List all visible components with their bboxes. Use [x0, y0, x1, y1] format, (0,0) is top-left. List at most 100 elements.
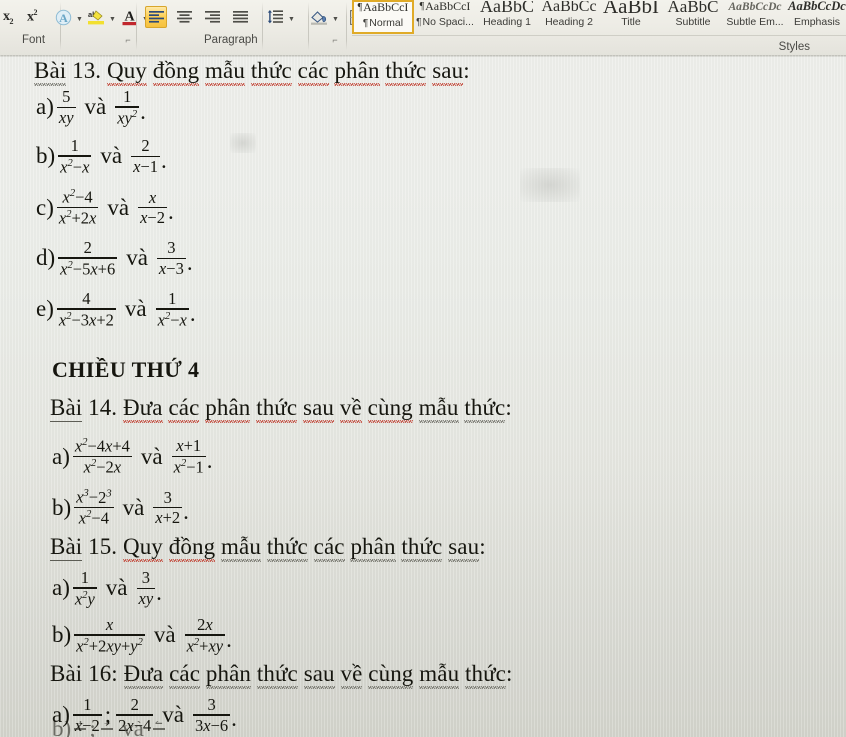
- style-preview: ¶ AaBbCcI: [419, 0, 471, 13]
- document-page[interactable]: Bài 13. Quy đồng mẫu thức các phân thức …: [0, 55, 846, 737]
- fraction: 3 x−3: [156, 238, 186, 279]
- pilcrow-icon: ¶: [362, 18, 369, 29]
- connector: và: [126, 245, 148, 271]
- style-title[interactable]: AaBbI Title: [600, 0, 662, 34]
- item-label: a): [52, 575, 70, 601]
- align-left-icon: [148, 10, 164, 24]
- divider: [352, 35, 846, 36]
- style-no-spacing[interactable]: ¶ AaBbCcI ¶No Spaci...: [414, 0, 476, 34]
- exercise-14-prompt: Bài 14. Đưa các phân thức sau về cùng mẫ…: [50, 395, 512, 423]
- svg-text:A: A: [59, 11, 68, 25]
- justify-button[interactable]: [229, 6, 251, 28]
- connector: và: [124, 296, 147, 322]
- fraction: x+1 x2−1: [171, 436, 206, 477]
- fraction: x2−4x+4 x2−2x: [72, 436, 132, 477]
- fraction: x x2+2xy+y2: [74, 615, 145, 656]
- fraction: 2z: [152, 721, 166, 737]
- text-effects-a-icon: A: [55, 9, 72, 26]
- align-right-icon: [204, 10, 220, 24]
- ribbon-group-font: x2 x2 A ▼ ab ▼ A: [0, 0, 150, 50]
- screenshot-root: x2 x2 A ▼ ab ▼ A ▼ ▼ Font ⌐ Paragraph ⌐ …: [0, 0, 846, 737]
- terminator: .: [156, 579, 162, 605]
- connector: và: [100, 143, 123, 169]
- item-label: b): [52, 622, 72, 648]
- exercise-13-b: b) 1 x2−x và 2 x−1 .: [36, 137, 167, 176]
- fraction: 1 x2−x: [155, 289, 189, 330]
- style-emphasis[interactable]: AaBbCcDc Emphasis: [786, 0, 846, 34]
- style-label: ¶Normal: [362, 17, 404, 29]
- photo-glare-artifact: [230, 133, 256, 153]
- fraction: 2 x2−5x+6: [58, 238, 118, 279]
- terminator: .: [226, 626, 232, 652]
- divider: [346, 2, 347, 50]
- pilcrow-icon: ¶: [419, 1, 425, 12]
- fraction: x2−4 x2+2x: [56, 187, 99, 228]
- highlighter-icon: ab: [87, 8, 105, 26]
- group-label-styles: Styles: [778, 41, 810, 53]
- exercise-13-prompt: Bài 13. Quy đồng mẫu thức các phân thức …: [34, 58, 470, 86]
- align-left-button[interactable]: [145, 6, 167, 28]
- styles-gallery: ¶ AaBbCcI ¶Normal ¶ AaBbCcI ¶No Spaci... A…: [352, 0, 846, 55]
- style-preview: AaBbCcDc: [728, 0, 782, 13]
- style-preview: ¶ AaBbCcI: [357, 0, 409, 14]
- document-body[interactable]: Bài 13. Quy đồng mẫu thức các phân thức …: [0, 55, 846, 737]
- exercise-13-c: c) x2−4 x2+2x và x x−2 .: [36, 188, 174, 227]
- fraction: x x−2: [138, 187, 167, 228]
- exercise-14-b: b) x3−23 x2−4 và 3 x+2 .: [52, 488, 189, 527]
- photo-glare-artifact: [520, 168, 580, 202]
- group-label-paragraph: Paragraph: [204, 34, 258, 46]
- terminator: .: [189, 300, 196, 326]
- item-label: b): [52, 721, 72, 737]
- line-spacing-caret-icon[interactable]: ▼: [287, 6, 296, 28]
- cropped-next-line: b) 1x ; 1y và 2z: [0, 721, 846, 737]
- superscript-button[interactable]: x2: [21, 6, 43, 28]
- fraction: 3 xy: [136, 568, 156, 609]
- line-spacing-button[interactable]: [264, 6, 286, 28]
- fraction: 1 x2y: [72, 568, 97, 609]
- fraction: 1x: [74, 721, 87, 737]
- terminator: .: [183, 499, 189, 525]
- terminator: .: [161, 147, 167, 173]
- subscript-button[interactable]: x2: [0, 6, 19, 28]
- style-preview: AaBbC: [667, 0, 719, 15]
- style-normal[interactable]: ¶ AaBbCcI ¶Normal: [352, 0, 414, 34]
- align-right-button[interactable]: [201, 6, 223, 28]
- exercise-16-prompt: Bài 16: Đưa các phân thức sau về cùng mẫ…: [50, 661, 513, 689]
- style-subtle-emphasis[interactable]: AaBbCcDc Subtle Em...: [724, 0, 786, 34]
- exercise-15-b: b) x x2+2xy+y2 và 2x x2+xy .: [52, 616, 232, 655]
- align-justify-icon: [232, 10, 248, 24]
- exercise-15-a: a) 1 x2y và 3 xy .: [52, 569, 162, 608]
- font-color-a-icon: A: [121, 8, 138, 26]
- text-effects-button[interactable]: A: [52, 6, 74, 28]
- font-dialog-launcher[interactable]: ⌐: [123, 35, 133, 45]
- fraction: 1 x2−x: [58, 136, 92, 177]
- text-effects-caret-icon[interactable]: ▼: [75, 6, 84, 28]
- align-center-button[interactable]: [173, 6, 195, 28]
- paragraph-dialog-launcher[interactable]: ⌐: [330, 35, 340, 45]
- ribbon-group-paragraph: ▼ ▼: [144, 0, 378, 50]
- exercise-14-a: a) x2−4x+4 x2−2x và x+1 x2−1 .: [52, 437, 213, 476]
- divider: [262, 2, 263, 50]
- text-highlight-button[interactable]: ab: [85, 6, 107, 28]
- line-spacing-icon: [267, 10, 283, 24]
- fraction: 3 x+2: [153, 487, 183, 528]
- style-label: Subtitle: [675, 16, 711, 28]
- style-heading-2[interactable]: AaBbCc Heading 2: [538, 0, 600, 34]
- fraction: 2x x2+xy: [184, 615, 226, 656]
- x-subscript-icon: x2: [3, 8, 13, 26]
- connector: và: [122, 721, 144, 737]
- fraction: 1y: [100, 721, 114, 737]
- item-label: e): [36, 296, 54, 322]
- pilcrow-icon: ¶: [416, 17, 422, 28]
- text-highlight-caret-icon[interactable]: ▼: [108, 6, 117, 28]
- ribbon: x2 x2 A ▼ ab ▼ A ▼ ▼ Font ⌐ Paragraph ⌐ …: [0, 0, 846, 55]
- style-preview: AaBbC: [480, 0, 534, 15]
- item-label: a): [52, 443, 70, 469]
- shading-button[interactable]: [308, 6, 330, 28]
- pilcrow-icon: ¶: [357, 2, 363, 13]
- style-heading-1[interactable]: AaBbC Heading 1: [476, 0, 538, 34]
- style-label: ¶No Spaci...: [416, 16, 474, 28]
- fraction: 1 xy2: [115, 87, 140, 128]
- style-subtitle[interactable]: AaBbC Subtitle: [662, 0, 724, 34]
- shading-caret-icon[interactable]: ▼: [331, 6, 340, 28]
